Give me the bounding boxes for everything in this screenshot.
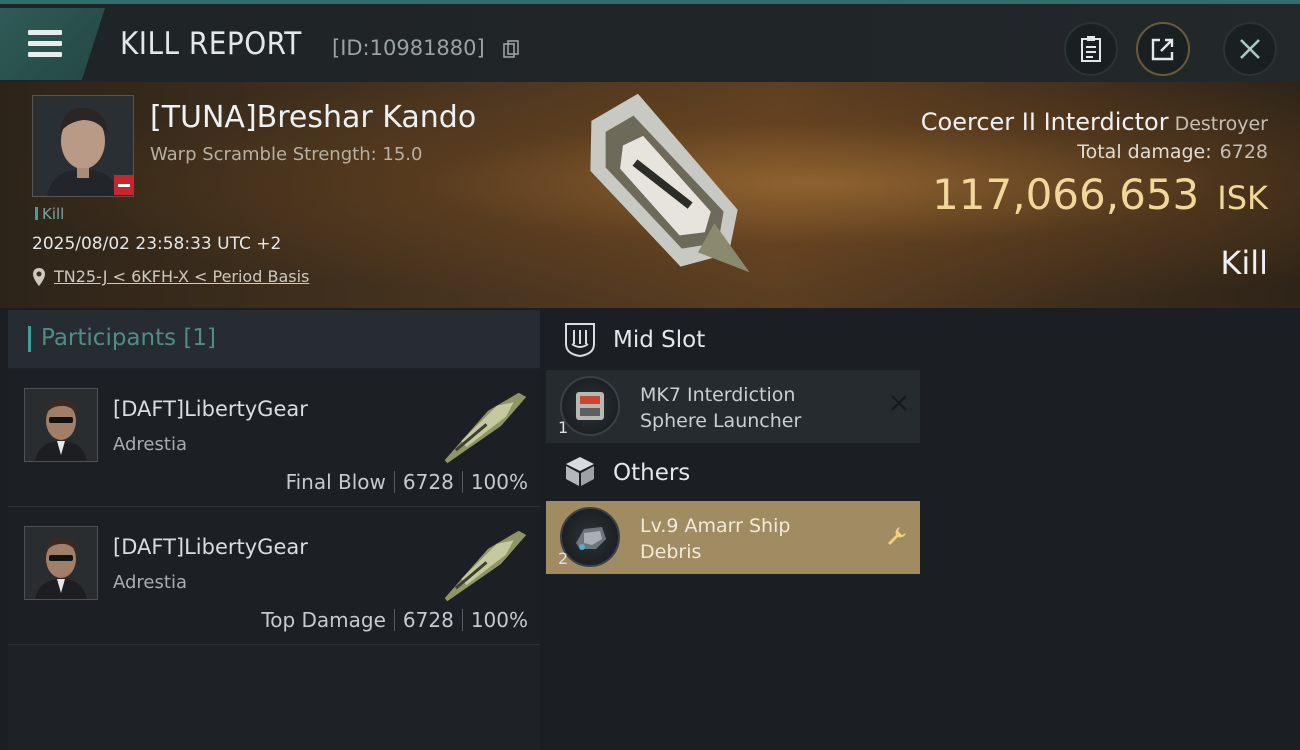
total-damage-value: 6728 [1219,141,1268,163]
isk-value: 117,066,653 [932,170,1200,219]
module-item[interactable]: 2 Lv.9 Amarr Ship Debris [546,501,920,574]
kill-result: Kill [1220,244,1268,282]
mid-slot-icon [565,323,595,358]
top-bar: KILL REPORT [ID:10981880] [0,0,1300,82]
hostile-badge [114,175,134,195]
victim-ship-type[interactable]: Coercer II Interdictor Destroyer [921,108,1268,136]
participants-title: Participants [1] [41,325,217,351]
close-button[interactable] [1223,22,1277,76]
participant-stats: Final Blow 6728 100% [286,470,528,494]
participant-name[interactable]: [DAFT]LibertyGear [113,397,308,421]
victim-name[interactable]: [TUNA]Breshar Kando [150,100,476,135]
participants-panel: Participants [1] [DAFT]LibertyGear Adres… [8,310,540,750]
kill-timestamp: 2025/08/02 23:58:33 UTC +2 [32,234,282,254]
cube-icon [566,457,594,486]
clipboard-icon [1081,36,1101,62]
participant-avatar[interactable] [24,526,98,600]
menu-icon [28,30,62,35]
module-item[interactable]: 1 MK7 Interdiction Sphere Launcher [546,370,920,443]
accent-bar [28,326,31,352]
fitting-panel: Mid Slot 1 MK7 Interdiction Sphere Launc… [546,310,1300,750]
isk-unit: ISK [1217,179,1268,217]
destroyed-x-icon [891,395,907,411]
participant-percent: 100% [470,608,528,632]
share-icon [1151,38,1174,61]
participant-stats: Top Damage 6728 100% [261,608,528,632]
warp-scramble-strength: Warp Scramble Strength: 15.0 [150,144,423,165]
participant-damage: 6728 [402,608,454,632]
participant-row[interactable]: [DAFT]LibertyGear Adrestia Final Blow 672… [8,370,540,507]
menu-icon [28,52,62,57]
kill-location-link[interactable]: TN25-J < 6KFH-X < Period Basis [54,267,309,286]
victim-summary: Kill [TUNA]Breshar Kando Warp Scramble S… [0,82,1300,308]
module-quantity: 1 [558,418,569,437]
module-name: Lv.9 Amarr Ship Debris [640,515,791,563]
participant-corp: Adrestia [113,572,187,593]
participant-damage: 6728 [402,470,454,494]
mid-slot-header: Mid Slot [546,310,1300,370]
total-damage: Total damage: 6728 [1077,141,1268,163]
share-button[interactable] [1136,22,1190,76]
module-name: MK7 Interdiction Sphere Launcher [640,384,802,432]
participant-corp: Adrestia [113,434,187,455]
total-damage-label: Total damage: [1077,141,1212,163]
participant-ship-image [444,392,527,464]
kill-tag: Kill [35,205,64,223]
interdiction-launcher-icon [560,376,620,436]
menu-button[interactable] [0,8,105,80]
participant-name[interactable]: [DAFT]LibertyGear [113,535,308,559]
clipboard-button[interactable] [1064,22,1118,76]
participant-row[interactable]: [DAFT]LibertyGear Adrestia Top Damage 672… [8,508,540,645]
report-id: [ID:10981880] [332,36,485,60]
participant-role: Top Damage [261,608,386,632]
participants-header: Participants [1] [8,310,540,368]
page-title: KILL REPORT [120,26,302,62]
participant-ship-image [444,530,527,602]
location-pin-icon [33,268,45,286]
ship-debris-icon [560,507,620,567]
participant-percent: 100% [470,470,528,494]
ship-name: Coercer II Interdictor [920,108,1169,136]
mid-slot-title: Mid Slot [613,327,706,353]
portrait-icon [25,527,97,599]
others-header: Others [546,443,1300,503]
ship-class: Destroyer [1174,113,1268,135]
wrench-icon[interactable] [886,525,908,547]
portrait-icon [25,389,97,461]
participant-role: Final Blow [285,470,386,494]
others-title: Others [613,460,691,486]
victim-ship-image [590,93,750,273]
participant-avatar[interactable] [24,388,98,462]
menu-icon [28,41,62,46]
close-icon [1240,39,1260,59]
isk-loss: 117,066,653 ISK [932,170,1268,219]
copy-icon[interactable] [503,40,519,58]
module-quantity: 2 [558,549,569,568]
